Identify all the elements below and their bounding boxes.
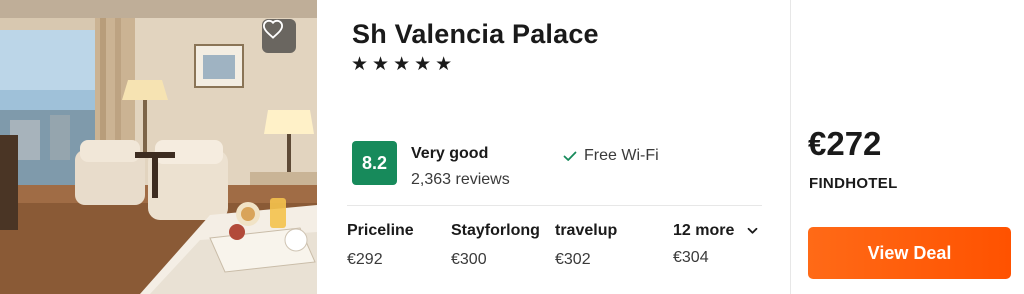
view-deal-button[interactable]: View Deal [808, 227, 1011, 279]
column-divider [790, 0, 791, 294]
provider-option-stayforlong[interactable]: Stayforlong €300 [451, 222, 540, 269]
provider-price: €292 [347, 251, 383, 268]
provider-price: €300 [451, 251, 487, 268]
provider-name: travelup [555, 222, 618, 239]
provider-name: Stayforlong [451, 222, 540, 239]
hotel-name[interactable]: Sh Valencia Palace [352, 19, 599, 50]
amenity-label: Free Wi-Fi [584, 147, 659, 164]
chevron-down-icon [747, 227, 758, 234]
provider-option-travelup[interactable]: travelup €302 [555, 222, 617, 269]
review-score-badge: 8.2 [352, 141, 397, 185]
divider [347, 205, 762, 206]
hotel-photo[interactable] [0, 0, 317, 294]
rating-label: Very good [411, 145, 489, 162]
best-price: €272 [808, 125, 882, 162]
more-providers-label-row: 12 more [673, 222, 758, 240]
provider-name: Priceline [347, 222, 414, 239]
provider-option-priceline[interactable]: Priceline €292 [347, 222, 414, 269]
amenity-item: Free Wi-Fi [562, 147, 659, 165]
best-price-provider: FINDHOTEL [809, 175, 898, 192]
more-providers-price: €304 [673, 249, 709, 266]
more-providers-toggle[interactable]: 12 more €304 [673, 222, 758, 267]
favorite-button[interactable] [262, 19, 296, 53]
check-icon [563, 151, 577, 161]
hotel-result-card: Sh Valencia Palace ★★★★★ 8.2 Very good 2… [0, 0, 1024, 294]
more-providers-label: 12 more [673, 222, 735, 239]
provider-price: €302 [555, 251, 591, 268]
heart-icon [262, 19, 284, 39]
star-rating: ★★★★★ [351, 53, 457, 75]
review-count: 2,363 reviews [411, 171, 510, 188]
